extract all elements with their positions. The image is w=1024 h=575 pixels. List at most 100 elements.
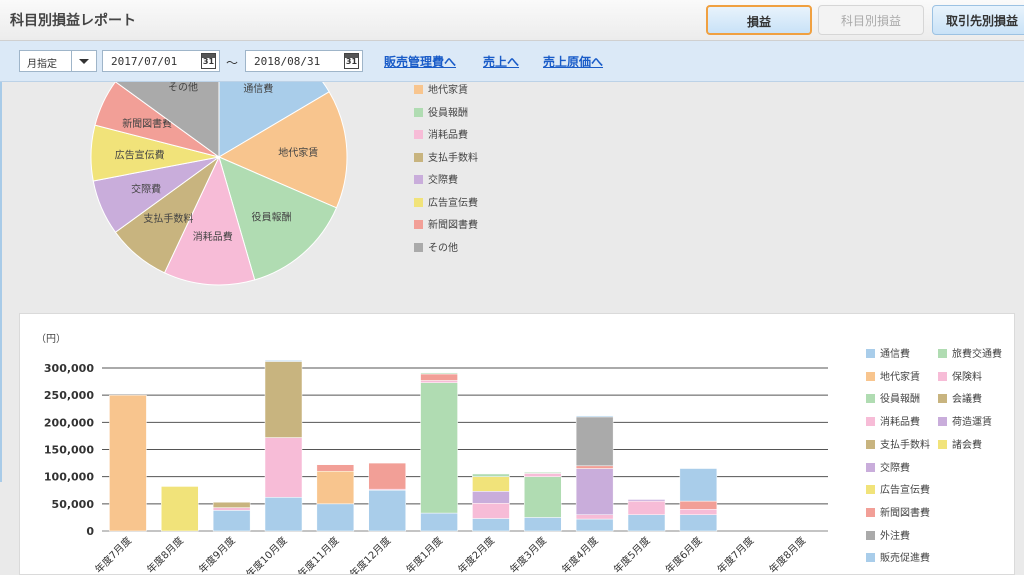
pie-chart-panel: 通信費 地代家賃 役員報酬 消耗品費 支払手数料 交際費 広告宣伝費 新聞図書費 その他 地代家… bbox=[0, 82, 1024, 302]
legend-swatch bbox=[866, 507, 875, 517]
y-tick-label: 300,000 bbox=[44, 362, 94, 375]
client-profit-loss-button[interactable]: 取引先別損益 bbox=[932, 5, 1024, 35]
bar-legend-item[interactable]: 保険料 bbox=[938, 371, 982, 385]
bar-legend-item[interactable]: 通信費 bbox=[866, 348, 910, 362]
legend-swatch bbox=[866, 530, 875, 540]
bar-legend-item[interactable]: 外注費 bbox=[866, 530, 910, 544]
legend-swatch bbox=[866, 394, 875, 404]
link-sales[interactable]: 売上へ bbox=[483, 53, 519, 70]
date-to-field[interactable]: 2018/08/31 31 bbox=[245, 50, 363, 72]
y-tick-label: 50,000 bbox=[52, 498, 95, 511]
bar-segment[interactable] bbox=[316, 464, 355, 472]
bar-segment[interactable] bbox=[264, 361, 303, 438]
legend-swatch bbox=[938, 417, 947, 427]
x-tick-label: 年度8月度 bbox=[766, 534, 808, 574]
legend-label: 販売促進費 bbox=[880, 553, 930, 565]
bar-legend-item[interactable]: 荷造運賃 bbox=[938, 416, 992, 430]
bar-segment[interactable] bbox=[575, 518, 614, 532]
bar-segment[interactable] bbox=[420, 373, 458, 381]
bar-segment[interactable] bbox=[264, 437, 303, 498]
chevron-down-icon[interactable] bbox=[71, 51, 96, 71]
bar-segment[interactable] bbox=[472, 491, 510, 504]
legend-label: 地代家賃 bbox=[428, 85, 468, 96]
x-tick-label: 年度4月度 bbox=[559, 534, 601, 574]
account-profit-loss-button[interactable]: 科目別損益 bbox=[818, 5, 924, 35]
bar-segment[interactable] bbox=[472, 473, 510, 477]
bar-segment[interactable] bbox=[368, 462, 406, 490]
bar-segment[interactable] bbox=[212, 507, 251, 511]
bar-segment[interactable] bbox=[627, 500, 666, 515]
bar-segment[interactable] bbox=[264, 360, 303, 362]
bar-legend-item[interactable]: 広告宣伝費 bbox=[866, 484, 930, 498]
bar-segment[interactable] bbox=[679, 509, 718, 515]
legend-label: 役員報酬 bbox=[428, 107, 468, 119]
bar-legend-item[interactable]: 交際費 bbox=[866, 462, 910, 476]
bar-segment[interactable] bbox=[524, 517, 562, 532]
bar-legend-item[interactable]: 地代家賃 bbox=[866, 371, 920, 385]
pie-legend-item[interactable]: 地代家賃 bbox=[414, 84, 468, 98]
bar-segment[interactable] bbox=[524, 476, 562, 518]
bar-legend-item[interactable]: 消耗品費 bbox=[866, 416, 920, 430]
bar-segment[interactable] bbox=[575, 514, 614, 520]
y-tick-label: 250,000 bbox=[44, 389, 94, 402]
bar-legend-item[interactable]: 新聞図書費 bbox=[866, 507, 930, 521]
link-cost-of-sales[interactable]: 売上原価へ bbox=[543, 53, 603, 70]
pie-legend-item[interactable]: 支払手数料 bbox=[414, 152, 478, 166]
x-tick-label: 年度12月度 bbox=[347, 534, 393, 574]
bar-segment[interactable] bbox=[316, 470, 355, 505]
bar-segment[interactable] bbox=[575, 415, 614, 418]
pie-legend-item[interactable]: 交際費 bbox=[414, 174, 458, 188]
bar-segment[interactable] bbox=[524, 472, 562, 474]
bar-legend-item[interactable]: 支払手数料 bbox=[866, 439, 930, 453]
link-sga-expenses[interactable]: 販売管理費へ bbox=[384, 53, 456, 70]
bar-segment[interactable] bbox=[420, 382, 458, 514]
bar-segment[interactable] bbox=[627, 514, 666, 532]
bar-segment[interactable] bbox=[316, 503, 355, 532]
legend-label: 広告宣伝費 bbox=[428, 197, 478, 209]
pie-legend-item[interactable]: 広告宣伝費 bbox=[414, 197, 478, 211]
pie-legend-item[interactable]: 役員報酬 bbox=[414, 107, 468, 121]
x-tick-label: 年度8月度 bbox=[144, 534, 186, 574]
bar-legend-item[interactable]: 旅費交通費 bbox=[938, 348, 1002, 362]
bar-segment[interactable] bbox=[420, 512, 458, 532]
legend-label: 交際費 bbox=[880, 462, 910, 474]
bar-segment[interactable] bbox=[575, 416, 614, 467]
date-from-field[interactable]: 2017/07/01 31 bbox=[102, 50, 220, 72]
bar-legend-item[interactable]: 会議費 bbox=[938, 393, 982, 407]
bar-segment[interactable] bbox=[264, 497, 303, 532]
bar-legend-item[interactable]: 販売促進費 bbox=[866, 552, 930, 566]
period-mode-select[interactable]: 月指定 bbox=[19, 50, 97, 72]
bar-segment[interactable] bbox=[679, 500, 718, 510]
legend-label: 会議費 bbox=[952, 394, 982, 406]
bar-segment[interactable] bbox=[368, 490, 406, 532]
bar-segment[interactable] bbox=[575, 468, 614, 515]
calendar-icon[interactable]: 31 bbox=[201, 53, 216, 69]
bar-segment[interactable] bbox=[627, 499, 666, 502]
legend-swatch bbox=[414, 197, 423, 207]
calendar-icon[interactable]: 31 bbox=[344, 53, 359, 69]
bar-segment[interactable] bbox=[472, 476, 510, 492]
period-mode-value: 月指定 bbox=[27, 59, 57, 70]
legend-label: 旅費交通費 bbox=[952, 349, 1002, 360]
bar-legend-item[interactable]: 諸会費 bbox=[938, 439, 982, 453]
legend-label: 新聞図書費 bbox=[880, 507, 930, 519]
bar-segment[interactable] bbox=[472, 503, 510, 519]
bar-segment[interactable] bbox=[679, 468, 718, 502]
bar-legend-item[interactable]: 役員報酬 bbox=[866, 393, 920, 407]
bar-segment[interactable] bbox=[161, 486, 199, 532]
pie-legend-item[interactable]: その他 bbox=[414, 242, 458, 256]
range-separator: ～ bbox=[226, 56, 239, 70]
bar-segment[interactable] bbox=[472, 518, 510, 532]
pie-legend-item[interactable]: 新聞図書費 bbox=[414, 219, 478, 233]
bar-segment[interactable] bbox=[420, 380, 458, 383]
bar-segment[interactable] bbox=[420, 372, 458, 375]
pie-legend-item[interactable]: 消耗品費 bbox=[414, 129, 468, 143]
bar-segment[interactable] bbox=[679, 514, 718, 532]
bar-segment[interactable] bbox=[109, 394, 147, 532]
bar-segment[interactable] bbox=[212, 501, 251, 508]
bar-segment[interactable] bbox=[575, 465, 614, 469]
bar-segment[interactable] bbox=[212, 510, 251, 532]
profit-loss-button[interactable]: 損益 bbox=[706, 5, 812, 35]
legend-swatch bbox=[866, 417, 875, 427]
bar-segment[interactable] bbox=[524, 473, 562, 477]
